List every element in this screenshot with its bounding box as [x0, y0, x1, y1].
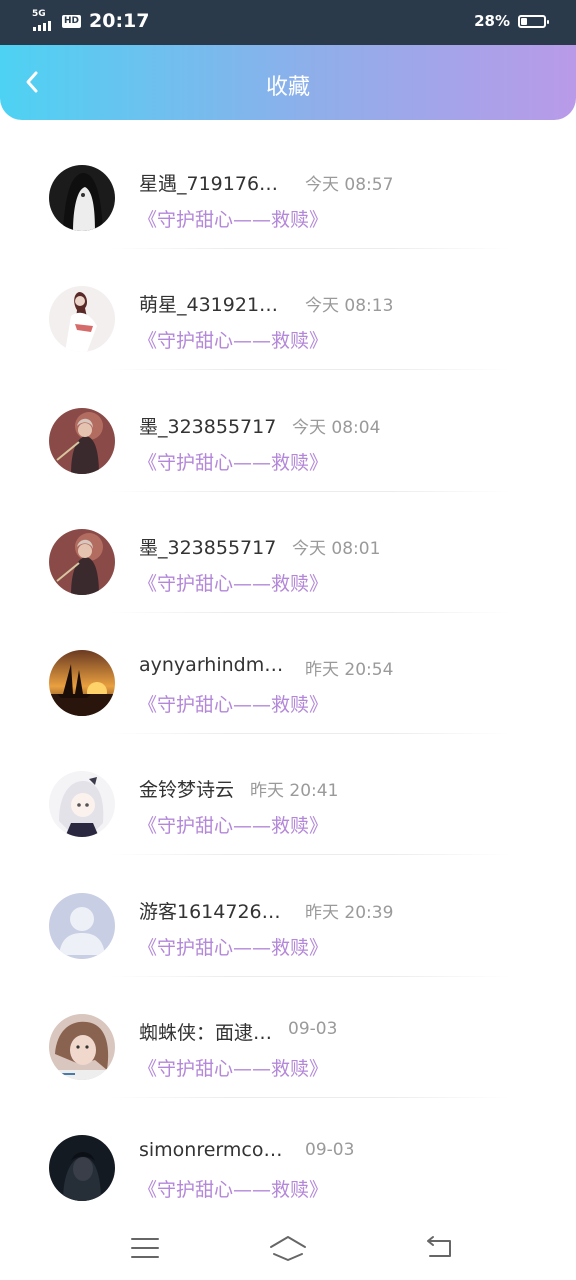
favorite-item[interactable]: aynyarhindmta… 昨天 20:54 《守护甜心——救赎》 — [0, 620, 576, 741]
timestamp: 今天 08:57 — [305, 175, 394, 195]
favorite-item[interactable]: 星遇_719176527 今天 08:57 《守护甜心——救赎》 — [0, 135, 576, 256]
book-title[interactable]: 《守护甜心——救赎》 — [138, 569, 328, 596]
system-nav-bar — [0, 1215, 576, 1280]
username: 墨_323855717 — [139, 415, 277, 438]
home-button[interactable] — [258, 1225, 318, 1270]
timestamp: 09-03 — [305, 1140, 355, 1161]
avatar[interactable] — [49, 771, 115, 838]
timestamp: 09-03 — [288, 1019, 338, 1040]
favorite-item[interactable]: 蜘蛛侠：面逮… 09-03 《守护甜心——救赎》 — [0, 984, 576, 1105]
divider — [110, 975, 510, 977]
favorite-item[interactable]: 萌星_4319219… 今天 08:13 《守护甜心——救赎》 — [0, 256, 576, 377]
divider — [110, 611, 510, 613]
username: 金铃梦诗云 — [139, 779, 235, 802]
divider — [110, 733, 510, 735]
timestamp: 昨天 20:39 — [305, 902, 394, 923]
signal-icon: 5G — [32, 10, 54, 32]
book-title[interactable]: 《守护甜心——救赎》 — [138, 1175, 328, 1202]
avatar[interactable] — [49, 892, 115, 959]
timestamp: 今天 08:01 — [292, 538, 381, 559]
book-title[interactable]: 《守护甜心——救赎》 — [138, 811, 328, 838]
header: 收藏 — [0, 45, 576, 120]
divider — [110, 490, 510, 492]
username: 墨_323855717 — [139, 536, 277, 559]
book-title[interactable]: 《守护甜心——救赎》 — [138, 205, 328, 232]
page-title: 收藏 — [265, 75, 310, 100]
back-icon — [427, 1235, 451, 1257]
menu-icon — [131, 1237, 159, 1258]
favorite-item[interactable]: 游客16147266… 昨天 20:39 《守护甜心——救赎》 — [0, 863, 576, 984]
avatar[interactable] — [49, 286, 115, 353]
timestamp: 今天 08:04 — [292, 417, 381, 438]
username: 蜘蛛侠：面逮… — [139, 1022, 273, 1045]
avatar[interactable] — [49, 528, 115, 595]
divider — [110, 854, 510, 856]
avatar[interactable] — [49, 1014, 115, 1081]
timestamp: 昨天 20:41 — [250, 781, 339, 802]
divider — [110, 248, 510, 249]
favorite-item[interactable]: 墨_323855717 今天 08:04 《守护甜心——救赎》 — [0, 378, 576, 499]
timestamp: 今天 08:13 — [305, 296, 394, 317]
avatar[interactable] — [49, 165, 115, 231]
avatar[interactable] — [49, 650, 115, 717]
status-time: 20:17 — [89, 10, 150, 32]
hd-badge: HD — [62, 14, 82, 28]
book-title[interactable]: 《守护甜心——救赎》 — [138, 1054, 328, 1081]
divider — [110, 369, 510, 371]
back-nav-button[interactable] — [410, 1225, 470, 1270]
book-title[interactable]: 《守护甜心——救赎》 — [138, 326, 328, 353]
battery-icon — [518, 14, 549, 28]
favorite-item[interactable]: simonrermcocha 09-03 《守护甜心——救赎》 — [0, 1105, 576, 1226]
avatar[interactable] — [49, 1135, 115, 1202]
username: 萌星_4319219… — [139, 294, 289, 317]
book-title[interactable]: 《守护甜心——救赎》 — [138, 933, 328, 960]
avatar[interactable] — [49, 407, 115, 474]
battery-percent: 28% — [474, 12, 510, 30]
status-bar: 5G HD 20:17 28% — [0, 0, 576, 45]
favorites-list: 星遇_719176527 今天 08:57 《守护甜心——救赎》 萌星_4319219… — [0, 135, 576, 1227]
home-icon — [270, 1235, 306, 1261]
username: aynyarhindmta… — [139, 654, 289, 677]
favorite-item[interactable]: 墨_323855717 今天 08:01 《守护甜心——救赎》 — [0, 499, 576, 620]
book-title[interactable]: 《守护甜心——救赎》 — [138, 690, 328, 717]
username: 星遇_719176527 — [139, 173, 289, 195]
book-title[interactable]: 《守护甜心——救赎》 — [138, 448, 328, 475]
username: simonrermcocha — [139, 1139, 289, 1162]
favorite-item[interactable]: 金铃梦诗云 昨天 20:41 《守护甜心——救赎》 — [0, 741, 576, 862]
divider — [110, 1097, 510, 1099]
menu-button[interactable] — [115, 1225, 175, 1270]
timestamp: 昨天 20:54 — [305, 660, 394, 681]
username: 游客16147266… — [139, 900, 289, 923]
